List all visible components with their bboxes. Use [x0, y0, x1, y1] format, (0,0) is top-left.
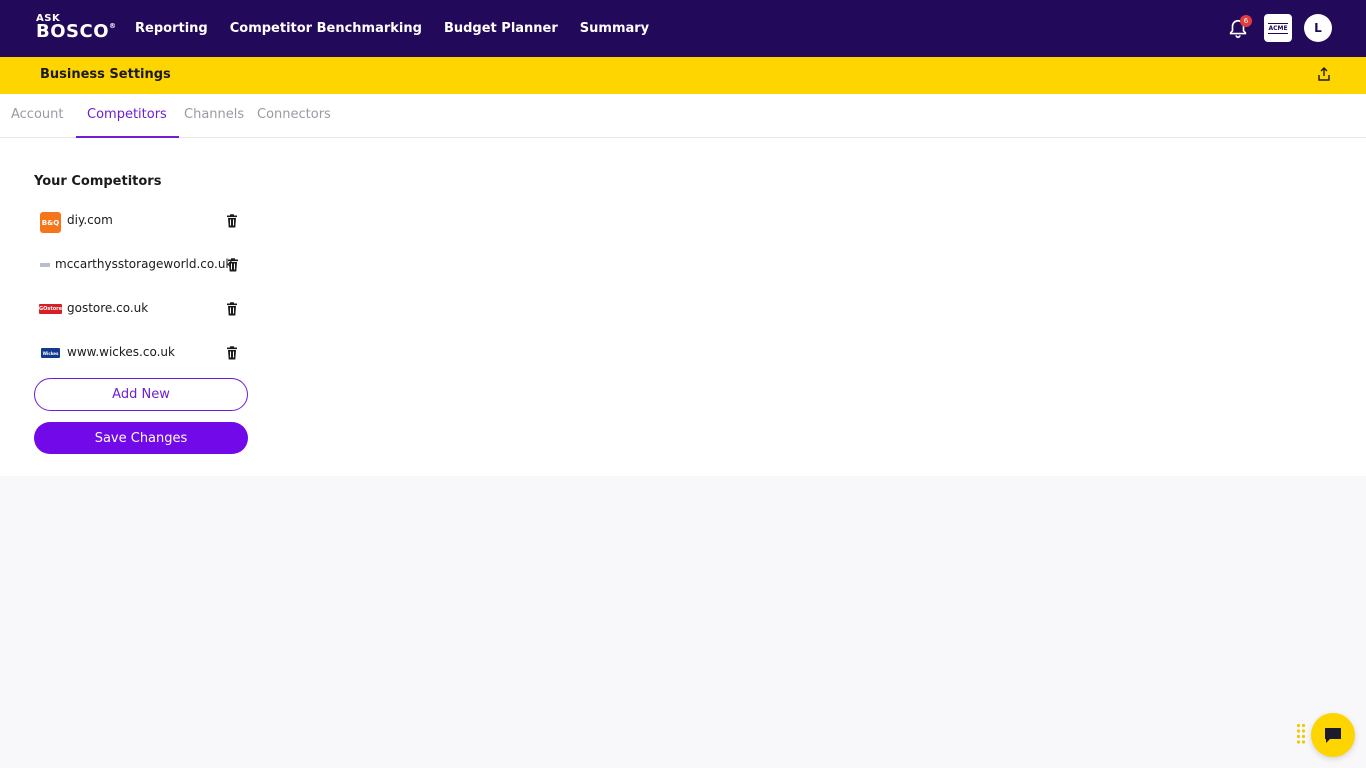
competitor-name: diy.com	[67, 213, 113, 227]
page-title: Business Settings	[40, 67, 171, 82]
org-logo[interactable]: ACME	[1264, 14, 1292, 42]
nav-budget-planner[interactable]: Budget Planner	[444, 21, 558, 36]
competitor-row: Wickes www.wickes.co.uk	[34, 341, 244, 365]
competitor-row: B&Q diy.com	[34, 209, 244, 233]
nav-reporting[interactable]: Reporting	[135, 21, 208, 36]
share-icon[interactable]	[1316, 66, 1332, 82]
competitor-row: mccarthysstorageworld.co.uk	[34, 253, 244, 277]
logo-bosco-word: BOSCO	[36, 21, 109, 42]
competitor-logo-wickes: Wickes	[41, 348, 60, 358]
add-new-button[interactable]: Add New	[34, 378, 248, 411]
competitor-logo-text: B&Q	[41, 218, 60, 227]
org-logo-text: ACME	[1268, 22, 1288, 34]
trash-icon[interactable]	[225, 302, 239, 316]
trash-icon[interactable]	[226, 258, 240, 272]
competitor-logo-text: Wickes	[42, 350, 59, 356]
save-changes-button[interactable]: Save Changes	[34, 422, 248, 454]
chat-bubble-icon	[1325, 728, 1341, 743]
chat-button[interactable]	[1311, 713, 1355, 757]
competitor-logo-mccarthys	[40, 263, 50, 267]
nav-competitor-benchmarking[interactable]: Competitor Benchmarking	[230, 21, 422, 36]
competitor-name: www.wickes.co.uk	[67, 345, 175, 359]
top-navbar: ASK BOSCO® Reporting Competitor Benchmar…	[0, 0, 1366, 57]
competitor-logo-text: GOstore	[39, 306, 63, 312]
business-settings-bar: Business Settings	[0, 57, 1366, 94]
drag-handle-icon[interactable]	[1296, 723, 1306, 747]
user-avatar[interactable]: L	[1304, 14, 1332, 42]
main-nav: Reporting Competitor Benchmarking Budget…	[135, 0, 671, 57]
nav-summary[interactable]: Summary	[580, 21, 649, 36]
competitor-logo-diy: B&Q	[40, 212, 61, 233]
trash-icon[interactable]	[225, 214, 239, 228]
competitor-name: mccarthysstorageworld.co.uk	[55, 257, 233, 271]
tab-competitors[interactable]: Competitors	[76, 94, 179, 138]
settings-tabs: Account Competitors Channels Connectors	[0, 94, 1366, 138]
section-title: Your Competitors	[34, 174, 162, 189]
competitor-name: gostore.co.uk	[67, 301, 149, 315]
competitors-panel: Your Competitors B&Q diy.com mccarthysst…	[0, 138, 1366, 476]
logo-reg-mark: ®	[109, 22, 117, 30]
notification-count-badge: 6	[1240, 15, 1252, 27]
tab-account[interactable]: Account	[11, 94, 64, 138]
tab-channels[interactable]: Channels	[184, 94, 244, 138]
askbosco-logo[interactable]: ASK BOSCO®	[36, 14, 116, 44]
competitor-logo-gostore: GOstore	[39, 304, 62, 314]
tab-connectors[interactable]: Connectors	[257, 94, 331, 138]
competitor-row: GOstore gostore.co.uk	[34, 297, 244, 321]
trash-icon[interactable]	[225, 346, 239, 360]
logo-bosco-text: BOSCO®	[36, 21, 116, 42]
